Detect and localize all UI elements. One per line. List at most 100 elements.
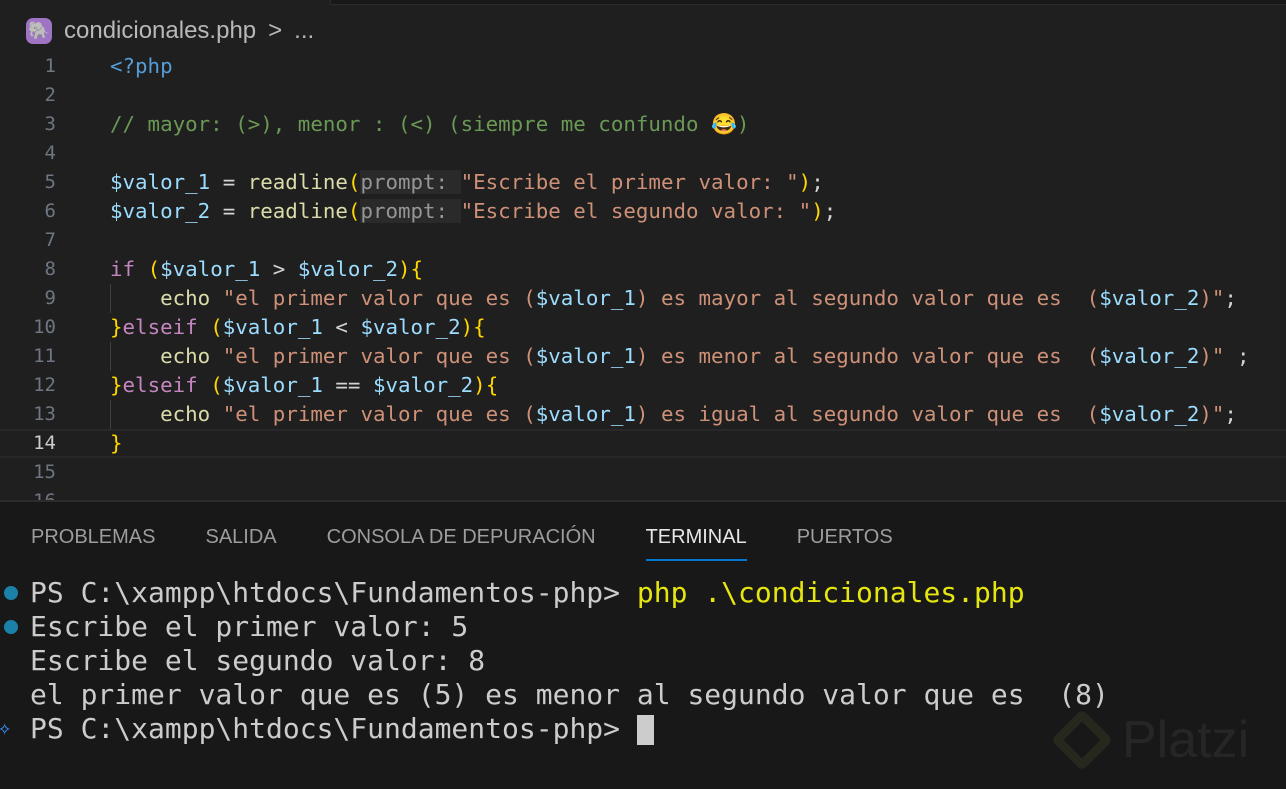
code-token: "Escribe el primer valor: " — [460, 170, 799, 194]
code-line[interactable]: 5 $valor_1 = readline(prompt: "Escribe el… — [0, 168, 1286, 197]
code-line[interactable]: 10}elseif ($valor_1 < $valor_2){ — [0, 313, 1286, 342]
code-line[interactable]: 4 — [0, 139, 1286, 168]
code-text: <?php — [110, 52, 173, 81]
code-text: $valor_2 = readline(prompt: "Escribe el … — [110, 197, 836, 226]
line-number: 6 — [44, 200, 56, 222]
code-line[interactable]: 13 echo "el primer valor que es ($valor_… — [0, 400, 1286, 429]
code-line[interactable]: 6 $valor_2 = readline(prompt: "Escribe el… — [0, 197, 1286, 226]
code-token: $valor_2 — [110, 199, 211, 223]
code-token: echo — [160, 286, 211, 310]
code-token: > — [260, 257, 298, 281]
line-number: 11 — [33, 345, 56, 367]
terminal-prompt: PS C:\xampp\htdocs\Fundamentos-php> — [30, 576, 637, 609]
sparkle-icon[interactable]: ✧ — [0, 712, 11, 746]
code-token: $valor_2 — [1099, 344, 1200, 368]
terminal-command: php .\condicionales.php — [636, 576, 1025, 609]
code-text: echo "el primer valor que es ($valor_1) … — [110, 342, 1249, 371]
code-token: $valor_1 — [535, 344, 636, 368]
code-token: < — [322, 315, 361, 339]
code-text: }elseif ($valor_1 < $valor_2){ — [110, 313, 486, 342]
code-token: { — [473, 315, 486, 339]
code-token: ( — [147, 257, 161, 281]
code-editor[interactable]: 1 <?php 2 3 // mayor: (>), menor : (<) (siem… — [0, 52, 1286, 500]
tab-consola-de-depuraci-n[interactable]: CONSOLA DE DEPURACIÓN — [327, 526, 596, 561]
line-number: 3 — [44, 113, 56, 135]
code-token: { — [485, 373, 499, 397]
code-token: elseif — [122, 315, 198, 339]
top-bar — [330, 0, 1286, 5]
code-token: } — [110, 373, 123, 397]
platzi-watermark: Platzi — [1050, 708, 1250, 772]
line-number: 8 — [44, 258, 56, 280]
code-token: ; — [1224, 344, 1250, 368]
code-token: ) es mayor al segundo valor que es ( — [635, 286, 1100, 310]
code-line[interactable]: 14} — [0, 429, 1286, 458]
watermark-text: Platzi — [1122, 711, 1250, 769]
code-token: ; — [1224, 402, 1237, 426]
terminal-output: Escribe el primer valor: 5 — [30, 610, 469, 643]
line-number: 4 — [44, 142, 56, 164]
breadcrumb-more[interactable]: ... — [294, 17, 314, 45]
command-status-dot[interactable] — [4, 620, 18, 634]
code-token: ( — [347, 199, 361, 223]
code-token: $valor_1 — [160, 257, 261, 281]
code-text: echo "el primer valor que es ($valor_1) … — [110, 400, 1237, 429]
terminal-line: PS C:\xampp\htdocs\Fundamentos-php> php … — [0, 576, 1109, 610]
terminal[interactable]: PS C:\xampp\htdocs\Fundamentos-php> php … — [0, 576, 1109, 746]
terminal-cursor — [636, 715, 654, 745]
code-token: )" — [1199, 286, 1225, 310]
code-token: ; — [811, 170, 824, 194]
code-token: ) — [460, 315, 474, 339]
code-token: } — [110, 315, 123, 339]
code-text: } — [110, 431, 123, 456]
code-line[interactable]: 1 <?php — [0, 52, 1286, 81]
tab-terminal[interactable]: TERMINAL — [645, 526, 747, 561]
code-token: $valor_1 — [110, 170, 211, 194]
line-number: 13 — [33, 403, 56, 425]
code-token: readline — [247, 199, 348, 223]
code-token: $valor_2 — [297, 257, 399, 281]
code-token: echo — [160, 344, 211, 368]
code-token: prompt: — [360, 199, 461, 223]
line-number: 1 — [44, 55, 56, 77]
code-line[interactable]: 8 if ($valor_1 > $valor_2){ — [0, 255, 1286, 284]
code-token: )" — [1199, 344, 1225, 368]
code-line[interactable]: 7 — [0, 226, 1286, 255]
code-token: prompt: — [360, 170, 461, 194]
code-token: $valor_2 — [1099, 286, 1200, 310]
php-elephant-icon: 🐘 — [26, 18, 52, 44]
code-token: == — [322, 373, 373, 397]
code-token: $valor_2 — [1099, 402, 1200, 426]
code-token: elseif — [122, 373, 198, 397]
code-token: $valor_2 — [372, 373, 474, 397]
code-token: $valor_2 — [360, 315, 461, 339]
code-line[interactable]: 12}elseif ($valor_1 == $valor_2){ — [0, 371, 1286, 400]
tab-puertos[interactable]: PUERTOS — [797, 526, 893, 561]
code-token: } — [110, 431, 123, 455]
code-line[interactable]: 3 // mayor: (>), menor : (<) (siempre me … — [0, 110, 1286, 139]
tab-salida[interactable]: SALIDA — [205, 526, 276, 561]
code-token: ; — [823, 199, 837, 223]
command-status-dot[interactable] — [4, 586, 18, 600]
terminal-line: Escribe el primer valor: 5 — [0, 610, 1109, 644]
breadcrumb-file[interactable]: condicionales.php — [64, 17, 256, 45]
tab-problemas[interactable]: PROBLEMAS — [31, 526, 155, 561]
code-token: ( — [210, 315, 223, 339]
breadcrumb-separator: > — [268, 17, 283, 44]
code-line[interactable]: 11 echo "el primer valor que es ($valor_… — [0, 342, 1286, 371]
code-token: <?php — [110, 54, 173, 78]
code-line[interactable]: 16 — [0, 487, 1286, 500]
code-line[interactable]: 9 echo "el primer valor que es ($valor_1… — [0, 284, 1286, 313]
code-token: $valor_1 — [535, 286, 636, 310]
terminal-line: ✧ PS C:\xampp\htdocs\Fundamentos-php> — [0, 712, 1109, 746]
code-line[interactable]: 15 — [0, 458, 1286, 487]
code-token: ) — [398, 257, 411, 281]
code-token: $valor_1 — [222, 315, 323, 339]
code-line[interactable]: 2 — [0, 81, 1286, 110]
code-text: echo "el primer valor que es ($valor_1) … — [110, 284, 1237, 313]
code-token: // mayor: (>), menor : (<) (siempre me c… — [110, 112, 750, 136]
